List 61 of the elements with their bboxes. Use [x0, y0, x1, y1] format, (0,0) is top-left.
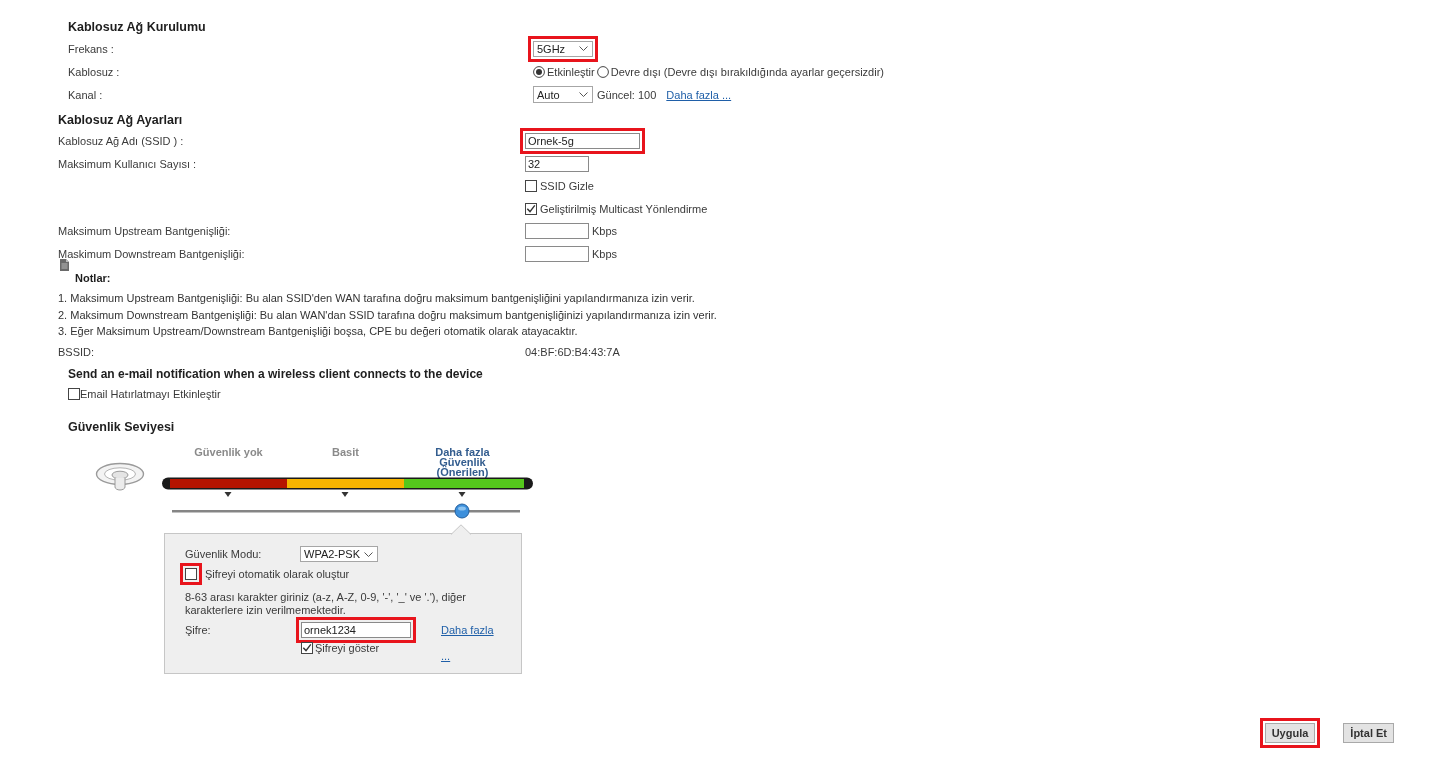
checkbox-label: Şifreyi göster [315, 641, 380, 654]
section-heading: Kablosuz Ağ Kurulumu [68, 19, 206, 36]
section-heading: Send an e-mail notification when a wireless client connects to the device [68, 365, 483, 383]
field-label: Maksimum Upstream Bantgenişliği: [58, 225, 231, 238]
triangle-icon [224, 491, 232, 497]
cancel-button[interactable]: İptal Et [1343, 723, 1394, 743]
triangle-icon [458, 491, 466, 497]
more-link[interactable]: Daha fazla ... [441, 616, 499, 669]
checkbox[interactable] [68, 387, 80, 400]
field-label: Maksimum Kullanıcı Sayısı : [58, 157, 197, 170]
radio-label: Etkinleştir [547, 65, 595, 78]
note-text: 2. Maksimum Downstream Bantgenişliği: Bu alan WAN'dan SSID tarafına doğru maksimum bantgenişliğinizi yapılandırmanıza izin verir. [58, 307, 717, 323]
dropdown[interactable]: 5GHz [533, 40, 593, 57]
checkbox[interactable] [525, 202, 537, 215]
dropdown[interactable]: Auto [533, 86, 593, 103]
field-label: Şifre: [185, 624, 211, 636]
section-heading: Güvenlik Seviyesi [68, 418, 175, 436]
current-channel-text: Güncel: 100 [597, 88, 657, 101]
text-field[interactable]: Ornek-5g [525, 133, 640, 150]
field-label: Kanal : [68, 88, 103, 101]
chevron-down-icon [579, 46, 588, 51]
checkbox-label: SSID Gizle [540, 180, 594, 193]
security-level-label[interactable]: Daha fazla Güvenlik (Önerilen) [423, 446, 502, 477]
radio-button[interactable] [533, 65, 545, 78]
document-icon [60, 259, 69, 271]
checkbox[interactable] [185, 567, 197, 580]
security-level-label[interactable]: Basit [332, 446, 359, 457]
text-field[interactable]: 32 [525, 155, 589, 172]
hint-text: 8-63 arası karakter giriniz (a-z, A-Z, 0-9, '-', '_' ve '.'), diğer karakterlere izin verilmemektedir. [185, 590, 467, 618]
text-field[interactable] [525, 245, 589, 262]
checkbox-label: Email Hatırlatmayı Etkinleştir [80, 387, 221, 400]
slider-track[interactable] [172, 509, 520, 512]
note-text: 3. Eğer Maksimum Upstream/Downstream Bantgenişliği boşsa, CPE bu değeri otomatik olarak atayacaktır. [58, 324, 578, 339]
unit-label: Kbps [592, 225, 618, 238]
checkbox[interactable] [301, 641, 313, 654]
bssid-value: 04:BF:6D:B4:43:7A [525, 345, 620, 358]
field-label: Güvenlik Modu: [185, 548, 263, 560]
triangle-icon [341, 491, 349, 497]
checkbox-label: Geliştirilmiş Multicast Yönlendirme [540, 202, 708, 215]
field-label: Kablosuz Ağ Adı (SSID ) : [58, 135, 184, 148]
radio-label: Devre dışı (Devre dışı bırakıldığında ayarlar geçersizdir) [610, 65, 884, 78]
field-label: Maskimum Downstream Bantgenişliği: [58, 247, 245, 260]
section-heading: Kablosuz Ağ Ayarları [58, 112, 183, 129]
field-label: Kablosuz : [68, 65, 120, 78]
radio-button[interactable] [596, 65, 609, 78]
more-link[interactable]: Daha fazla ... [666, 88, 732, 101]
text-field[interactable] [525, 223, 589, 240]
unit-label: Kbps [592, 247, 618, 260]
text-field[interactable]: ornek1234 [301, 622, 411, 638]
field-label: Frekans : [68, 42, 114, 55]
chevron-down-icon [579, 92, 588, 97]
dropdown[interactable]: WPA2-PSK [300, 546, 378, 562]
apply-button[interactable]: Uygula [1264, 723, 1316, 743]
field-label: BSSID: [58, 345, 95, 358]
slider-thumb[interactable] [454, 503, 470, 518]
notes-title: Notlar: [75, 271, 111, 285]
note-text: 1. Maksimum Upstream Bantgenişliği: Bu alan SSID'den WAN tarafına doğru maksimum bantgenişliğini yapılandırmanıza izin verir. [58, 291, 695, 306]
security-level-label[interactable]: Güvenlik yok [194, 446, 263, 457]
chevron-down-icon [364, 551, 373, 557]
checkbox[interactable] [525, 180, 537, 193]
checkbox-label: Şifreyi otomatik olarak oluştur [205, 567, 350, 580]
